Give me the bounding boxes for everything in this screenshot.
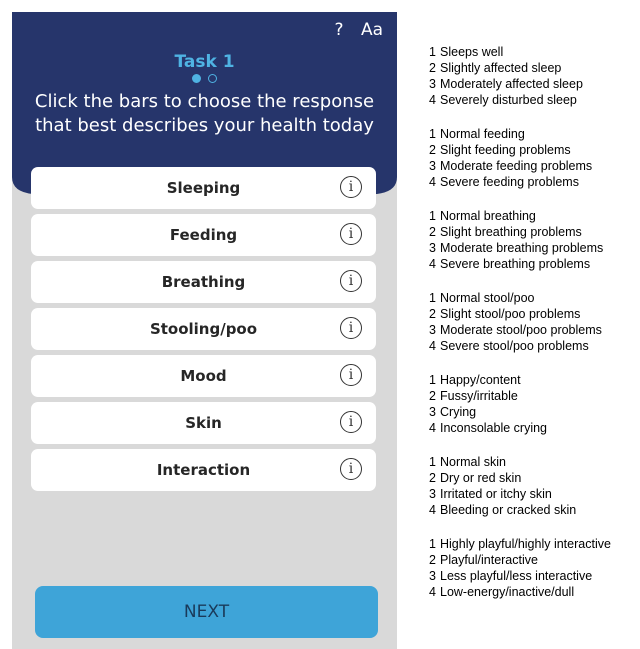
- legend-item: 4 Low-energy/inactive/dull: [429, 585, 575, 599]
- legend-group-interaction: 1 Highly playful/highly interactive 2 Play…: [429, 536, 640, 600]
- legend-item: 2 Slight stool/poo problems: [429, 307, 581, 321]
- info-icon[interactable]: i: [340, 223, 362, 245]
- legend-group-mood: 1 Happy/content 2 Fussy/irritable 3 Crying …: [429, 372, 640, 436]
- bar-stooling[interactable]: Stooling/poo i: [31, 308, 376, 350]
- legend-item: 3 Crying: [429, 405, 477, 419]
- legend-item: 1 Normal skin: [429, 455, 506, 469]
- response-legend: 1 Sleeps well 2 Slightly affected sleep 3M…: [429, 44, 640, 618]
- legend-item: 2 Slight feeding problems: [429, 143, 571, 157]
- instruction-text: Click the bars to choose the response th…: [34, 91, 375, 136]
- legend-item: 1 Sleeps well: [429, 45, 504, 59]
- info-icon[interactable]: i: [340, 270, 362, 292]
- info-icon[interactable]: i: [340, 176, 362, 198]
- legend-group-stooling: 1 Normal stool/poo 2 Slight stool/poo prob…: [429, 290, 640, 354]
- legend-item: 1 Happy/content: [429, 373, 521, 387]
- page-dot-active: [192, 74, 202, 83]
- bar-mood[interactable]: Mood i: [31, 355, 376, 397]
- dimension-list: Sleeping i Feeding i Breathing i Stoolin…: [31, 167, 376, 496]
- bar-feeding[interactable]: Feeding i: [31, 214, 376, 256]
- legend-group-sleeping: 1 Sleeps well 2 Slightly affected sleep 3M…: [429, 44, 640, 108]
- bar-skin[interactable]: Skin i: [31, 402, 376, 444]
- bar-label: Stooling/poo: [149, 320, 258, 338]
- legend-item: 4 Severe stool/poo problems: [429, 339, 589, 353]
- legend-item: 3 Irritated or itchy skin: [429, 487, 552, 501]
- bar-label: Sleeping: [166, 179, 241, 197]
- legend-item: 4 Bleeding or cracked skin: [429, 503, 577, 517]
- bar-interaction[interactable]: Interaction i: [31, 449, 376, 491]
- info-icon[interactable]: i: [340, 364, 362, 386]
- info-icon[interactable]: i: [340, 411, 362, 433]
- legend-item: 1 Highly playful/highly interactive: [429, 537, 611, 551]
- bar-label: Interaction: [156, 461, 251, 479]
- bar-breathing[interactable]: Breathing i: [31, 261, 376, 303]
- phone-screen: ? Aa Task 1 Click the bars to choose the…: [12, 12, 397, 649]
- legend-item: 3 Moderate feeding problems: [429, 159, 593, 173]
- legend-group-feeding: 1 Normal feeding 2 Slight feeding problems…: [429, 126, 640, 190]
- legend-item: 3 Less playful/less interactive: [429, 569, 593, 583]
- bar-label: Breathing: [161, 273, 246, 291]
- top-icons: ? Aa: [323, 20, 383, 40]
- task-title: Task 1: [174, 52, 235, 72]
- legend-group-skin: 1 Normal skin 2 Dry or red skin 3 Irritated…: [429, 454, 640, 518]
- legend-item: 2 Fussy/irritable: [429, 389, 518, 403]
- legend-item: 1 Normal breathing: [429, 209, 536, 223]
- pagination-dots: [12, 70, 397, 88]
- bar-label: Feeding: [169, 226, 238, 244]
- legend-item: 1 Normal feeding: [429, 127, 525, 141]
- info-icon[interactable]: i: [340, 458, 362, 480]
- legend-item: 2 Playful/interactive: [429, 553, 538, 567]
- bar-label: Skin: [185, 414, 222, 432]
- legend-item: 4 Severely disturbed sleep: [429, 93, 577, 107]
- legend-item: 2 Dry or red skin: [429, 471, 522, 485]
- text-size-icon[interactable]: Aa: [361, 20, 383, 40]
- page-dot-inactive: [207, 74, 217, 83]
- legend-item: 4 Severe feeding problems: [429, 175, 579, 189]
- legend-item: 4 Severe breathing problems: [429, 257, 591, 271]
- legend-item: 3 Moderately affected sleep: [429, 77, 583, 91]
- legend-item: 1 Normal stool/poo: [429, 291, 535, 305]
- legend-item: 2 Slightly affected sleep: [429, 61, 562, 75]
- legend-item: 4 Inconsolable crying: [429, 421, 548, 435]
- legend-item: 3 Moderate breathing problems: [429, 241, 604, 255]
- legend-group-breathing: 1 Normal breathing 2 Slight breathing prob…: [429, 208, 640, 272]
- legend-item: 2 Slight breathing problems: [429, 225, 582, 239]
- bar-sleeping[interactable]: Sleeping i: [31, 167, 376, 209]
- info-icon[interactable]: i: [340, 317, 362, 339]
- help-icon[interactable]: ?: [335, 20, 344, 40]
- legend-item: 3 Moderate stool/poo problems: [429, 323, 602, 337]
- next-button[interactable]: NEXT: [35, 586, 378, 638]
- bar-label: Mood: [180, 367, 227, 385]
